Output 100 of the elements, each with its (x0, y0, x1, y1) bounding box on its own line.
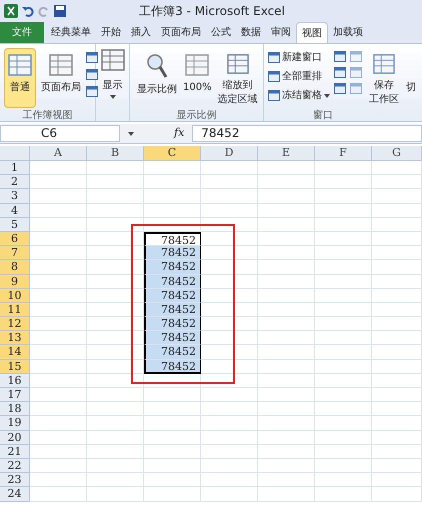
table-cell (315, 331, 372, 346)
show-button[interactable]: 显示 (100, 48, 126, 99)
table-cell (201, 189, 258, 204)
zoom-button[interactable]: 显示比例 (134, 48, 180, 108)
row-header[interactable]: 10 (0, 288, 30, 303)
row-header[interactable]: 21 (0, 444, 30, 459)
file-tab[interactable]: 文件 (0, 22, 44, 43)
window-title: 工作簿3 - Microsoft Excel (138, 3, 286, 20)
save-workspace-button[interactable]: 保存 工作区 (366, 48, 402, 108)
row-header[interactable]: 12 (0, 317, 30, 332)
row-header[interactable]: 18 (0, 402, 30, 416)
row-header[interactable]: 24 (0, 487, 30, 502)
table-cell (372, 204, 422, 218)
table-cell (87, 416, 144, 431)
ribbon-tab[interactable]: 加载项 (328, 22, 368, 43)
zoom-to-selection-button[interactable]: 缩放到 选定区域 (214, 48, 261, 108)
row-header[interactable]: 15 (0, 360, 30, 374)
table-cell (30, 175, 87, 190)
row-header[interactable]: 23 (0, 473, 30, 488)
ribbon-tab[interactable]: 数据 (236, 22, 266, 43)
arrange-all-button[interactable]: 全部重排 (268, 69, 330, 84)
table-cell (372, 175, 422, 190)
row-header[interactable]: 17 (0, 388, 30, 402)
table-cell (87, 189, 144, 204)
table-cell (315, 274, 372, 289)
column-header[interactable]: C (144, 146, 201, 160)
row-header[interactable]: 22 (0, 458, 30, 474)
table-cell (87, 204, 144, 218)
table-cell (144, 388, 201, 402)
new-window-button[interactable]: 新建窗口 (268, 50, 330, 65)
ribbon-tab[interactable]: 插入 (126, 22, 156, 43)
table-cell: 78452 (144, 302, 201, 318)
table-cell (315, 189, 372, 204)
row-header[interactable]: 5 (0, 218, 30, 232)
table-cell (372, 360, 422, 374)
spreadsheet-logo-icon (4, 4, 18, 18)
table-cell (144, 175, 201, 190)
table-cell (144, 402, 201, 416)
zoom-grid-icon (224, 53, 251, 75)
table-cell (372, 218, 422, 232)
row-header[interactable]: 4 (0, 204, 30, 218)
table-cell (258, 260, 315, 274)
zoom-100-button[interactable]: 100% (180, 48, 215, 108)
row-header[interactable]: 2 (0, 175, 30, 190)
switch-windows-button[interactable]: 切 (406, 80, 416, 95)
row-header[interactable]: 20 (0, 430, 30, 445)
ribbon-tab[interactable]: 公式 (206, 22, 236, 43)
row-header[interactable]: 16 (0, 374, 30, 388)
fx-label[interactable]: fx (174, 125, 184, 142)
formula-input[interactable]: 78452 (192, 125, 422, 142)
column-header[interactable]: E (258, 146, 315, 160)
table-cell (372, 458, 422, 474)
save-icon[interactable] (54, 5, 66, 17)
ribbon-tab[interactable]: 开始 (96, 22, 126, 43)
row-header[interactable]: 6 (0, 232, 30, 246)
row-header[interactable]: 8 (0, 260, 30, 274)
table-cell (30, 360, 87, 374)
table-cell (87, 487, 144, 502)
row-header[interactable]: 9 (0, 274, 30, 289)
freeze-panes-button[interactable]: 冻结窗格 (268, 88, 330, 103)
table-cell (30, 345, 87, 360)
column-header[interactable]: F (315, 146, 372, 160)
column-header[interactable]: D (201, 146, 258, 160)
ribbon-tab[interactable]: 审阅 (266, 22, 296, 43)
table-cell (258, 444, 315, 459)
table-cell: 78452 (144, 288, 201, 303)
table-cell (201, 246, 258, 260)
table-cell: 78452 (144, 260, 201, 274)
ribbon-tab[interactable]: 经典菜单 (46, 22, 96, 43)
table-cell (372, 416, 422, 431)
table-cell (258, 302, 315, 318)
table-cell (201, 444, 258, 459)
column-header[interactable]: A (30, 146, 87, 160)
table-cell: 78452 (144, 345, 201, 360)
table-cell (30, 218, 87, 232)
window-icon[interactable] (268, 52, 280, 63)
row-header[interactable]: 19 (0, 416, 30, 431)
name-box[interactable]: C6 (0, 125, 120, 142)
window-icon[interactable] (268, 71, 280, 82)
column-header[interactable]: G (372, 146, 422, 160)
row-header[interactable]: 1 (0, 161, 30, 176)
table-cell (315, 175, 372, 190)
page-layout-button[interactable]: 页面布局 (38, 48, 84, 108)
row-header[interactable]: 13 (0, 331, 30, 346)
ribbon-tab[interactable]: 页面布局 (156, 22, 206, 43)
table-cell (201, 360, 258, 374)
table-cell (315, 288, 372, 303)
row-header[interactable]: 14 (0, 345, 30, 360)
table-cell (201, 402, 258, 416)
table-cell (201, 204, 258, 218)
row-header[interactable]: 11 (0, 302, 30, 318)
window-icon[interactable] (268, 90, 280, 101)
table-cell (372, 388, 422, 402)
normal-view-button[interactable]: 普通 (4, 48, 36, 108)
row-header[interactable]: 3 (0, 189, 30, 204)
undo-icon[interactable] (22, 5, 34, 17)
ribbon-tab[interactable]: 视图 (296, 22, 328, 43)
row-header[interactable]: 7 (0, 246, 30, 260)
table-cell (87, 246, 144, 260)
table-cell (201, 345, 258, 360)
